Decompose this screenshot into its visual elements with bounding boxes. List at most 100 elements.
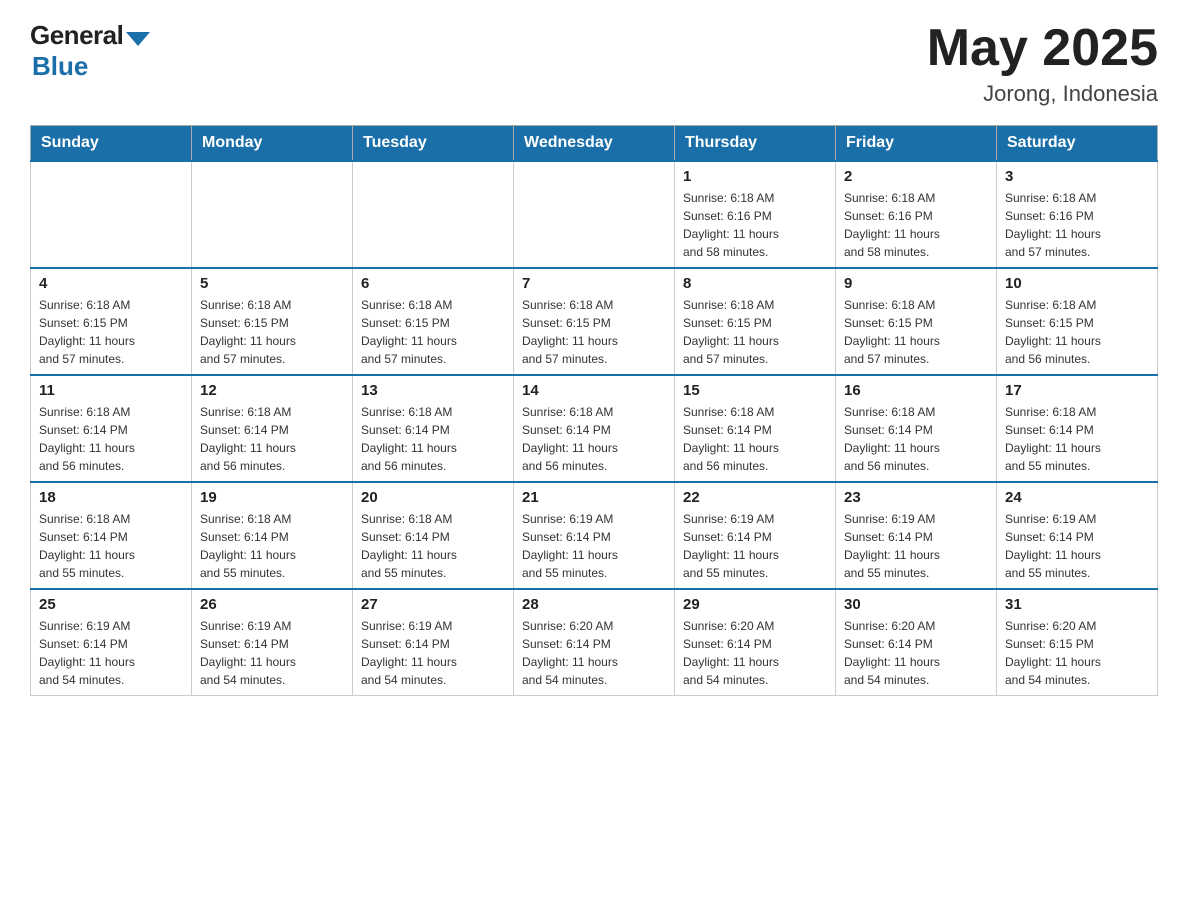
day-info: Sunrise: 6:20 AMSunset: 6:14 PMDaylight:… xyxy=(522,617,666,689)
day-number: 29 xyxy=(683,596,827,613)
title-block: May 2025 Jorong, Indonesia xyxy=(927,20,1158,107)
day-number: 19 xyxy=(200,489,344,506)
day-of-week-header: Monday xyxy=(192,126,353,162)
day-info: Sunrise: 6:19 AMSunset: 6:14 PMDaylight:… xyxy=(522,510,666,582)
day-number: 30 xyxy=(844,596,988,613)
calendar-cell: 21Sunrise: 6:19 AMSunset: 6:14 PMDayligh… xyxy=(514,482,675,589)
day-of-week-header: Saturday xyxy=(997,126,1158,162)
calendar-header-row: SundayMondayTuesdayWednesdayThursdayFrid… xyxy=(31,126,1158,162)
calendar-cell: 27 Sunrise: 6:19 AMSunset: 6:14 PMDayligh… xyxy=(353,589,514,696)
calendar-cell: 2Sunrise: 6:18 AMSunset: 6:16 PMDaylight… xyxy=(836,161,997,268)
calendar-cell: 4 Sunrise: 6:18 AMSunset: 6:15 PMDaylight… xyxy=(31,268,192,375)
day-number: 17 xyxy=(1005,382,1149,399)
day-info: Sunrise: 6:19 AMSunset: 6:14 PMDaylight:… xyxy=(1005,510,1149,582)
day-info: Sunrise: 6:20 AMSunset: 6:15 PMDaylight:… xyxy=(1005,617,1149,689)
calendar-cell: 22 Sunrise: 6:19 AMSunset: 6:14 PMDayligh… xyxy=(675,482,836,589)
calendar-cell: 5 Sunrise: 6:18 AMSunset: 6:15 PMDaylight… xyxy=(192,268,353,375)
day-info: Sunrise: 6:18 AMSunset: 6:15 PMDaylight:… xyxy=(1005,296,1149,368)
calendar-cell: 7Sunrise: 6:18 AMSunset: 6:15 PMDaylight… xyxy=(514,268,675,375)
calendar-cell: 10Sunrise: 6:18 AMSunset: 6:15 PMDayligh… xyxy=(997,268,1158,375)
day-info: Sunrise: 6:19 AMSunset: 6:14 PMDaylight:… xyxy=(361,617,505,689)
calendar-cell: 30 Sunrise: 6:20 AMSunset: 6:14 PMDayligh… xyxy=(836,589,997,696)
calendar-table: SundayMondayTuesdayWednesdayThursdayFrid… xyxy=(30,125,1158,696)
day-of-week-header: Friday xyxy=(836,126,997,162)
calendar-cell: 26 Sunrise: 6:19 AMSunset: 6:14 PMDayligh… xyxy=(192,589,353,696)
logo-general-text: General xyxy=(30,20,123,51)
day-info: Sunrise: 6:18 AMSunset: 6:14 PMDaylight:… xyxy=(361,403,505,475)
day-of-week-header: Tuesday xyxy=(353,126,514,162)
day-number: 5 xyxy=(200,275,344,292)
logo-blue-text: Blue xyxy=(32,51,88,82)
calendar-week-row: 11 Sunrise: 6:18 AMSunset: 6:14 PMDayligh… xyxy=(31,375,1158,482)
calendar-week-row: 1 Sunrise: 6:18 AMSunset: 6:16 PMDaylight… xyxy=(31,161,1158,268)
calendar-cell: 29 Sunrise: 6:20 AMSunset: 6:14 PMDayligh… xyxy=(675,589,836,696)
day-info: Sunrise: 6:19 AMSunset: 6:14 PMDaylight:… xyxy=(844,510,988,582)
day-number: 15 xyxy=(683,382,827,399)
calendar-cell: 28 Sunrise: 6:20 AMSunset: 6:14 PMDayligh… xyxy=(514,589,675,696)
month-year-title: May 2025 xyxy=(927,20,1158,77)
day-info: Sunrise: 6:18 AMSunset: 6:14 PMDaylight:… xyxy=(844,403,988,475)
day-number: 14 xyxy=(522,382,666,399)
day-info: Sunrise: 6:20 AMSunset: 6:14 PMDaylight:… xyxy=(683,617,827,689)
day-number: 26 xyxy=(200,596,344,613)
day-info: Sunrise: 6:18 AMSunset: 6:15 PMDaylight:… xyxy=(522,296,666,368)
day-of-week-header: Sunday xyxy=(31,126,192,162)
day-info: Sunrise: 6:20 AMSunset: 6:14 PMDaylight:… xyxy=(844,617,988,689)
calendar-cell: 1Sunrise: 6:18 AMSunset: 6:16 PMDaylight… xyxy=(675,161,836,268)
day-number: 8 xyxy=(683,275,827,292)
logo-arrow-icon xyxy=(126,32,150,46)
day-of-week-header: Wednesday xyxy=(514,126,675,162)
day-of-week-header: Thursday xyxy=(675,126,836,162)
calendar-cell xyxy=(353,161,514,268)
day-info: Sunrise: 6:18 AMSunset: 6:15 PMDaylight:… xyxy=(39,296,183,368)
day-info: Sunrise: 6:18 AMSunset: 6:15 PMDaylight:… xyxy=(683,296,827,368)
logo: General Blue xyxy=(30,20,150,82)
day-number: 20 xyxy=(361,489,505,506)
calendar-week-row: 18Sunrise: 6:18 AMSunset: 6:14 PMDayligh… xyxy=(31,482,1158,589)
day-number: 6 xyxy=(361,275,505,292)
calendar-cell: 18Sunrise: 6:18 AMSunset: 6:14 PMDayligh… xyxy=(31,482,192,589)
day-info: Sunrise: 6:18 AMSunset: 6:15 PMDaylight:… xyxy=(200,296,344,368)
day-number: 12 xyxy=(200,382,344,399)
calendar-cell: 13 Sunrise: 6:18 AMSunset: 6:14 PMDayligh… xyxy=(353,375,514,482)
day-number: 31 xyxy=(1005,596,1149,613)
page-header: General Blue May 2025 Jorong, Indonesia xyxy=(30,20,1158,107)
calendar-cell xyxy=(31,161,192,268)
calendar-week-row: 4 Sunrise: 6:18 AMSunset: 6:15 PMDaylight… xyxy=(31,268,1158,375)
day-number: 13 xyxy=(361,382,505,399)
day-number: 1 xyxy=(683,168,827,185)
day-number: 25 xyxy=(39,596,183,613)
day-info: Sunrise: 6:18 AMSunset: 6:14 PMDaylight:… xyxy=(39,510,183,582)
day-number: 11 xyxy=(39,382,183,399)
day-number: 27 xyxy=(361,596,505,613)
day-number: 23 xyxy=(844,489,988,506)
calendar-cell: 12 Sunrise: 6:18 AMSunset: 6:14 PMDayligh… xyxy=(192,375,353,482)
calendar-cell: 16Sunrise: 6:18 AMSunset: 6:14 PMDayligh… xyxy=(836,375,997,482)
day-info: Sunrise: 6:18 AMSunset: 6:14 PMDaylight:… xyxy=(683,403,827,475)
calendar-cell: 3 Sunrise: 6:18 AMSunset: 6:16 PMDaylight… xyxy=(997,161,1158,268)
day-number: 9 xyxy=(844,275,988,292)
calendar-cell xyxy=(514,161,675,268)
location-subtitle: Jorong, Indonesia xyxy=(927,81,1158,107)
calendar-cell: 15 Sunrise: 6:18 AMSunset: 6:14 PMDayligh… xyxy=(675,375,836,482)
calendar-cell: 17Sunrise: 6:18 AMSunset: 6:14 PMDayligh… xyxy=(997,375,1158,482)
day-number: 3 xyxy=(1005,168,1149,185)
day-info: Sunrise: 6:18 AMSunset: 6:15 PMDaylight:… xyxy=(844,296,988,368)
calendar-cell: 8 Sunrise: 6:18 AMSunset: 6:15 PMDaylight… xyxy=(675,268,836,375)
calendar-cell: 25 Sunrise: 6:19 AMSunset: 6:14 PMDayligh… xyxy=(31,589,192,696)
day-info: Sunrise: 6:19 AMSunset: 6:14 PMDaylight:… xyxy=(39,617,183,689)
day-number: 22 xyxy=(683,489,827,506)
day-number: 28 xyxy=(522,596,666,613)
day-info: Sunrise: 6:18 AMSunset: 6:14 PMDaylight:… xyxy=(200,403,344,475)
calendar-week-row: 25 Sunrise: 6:19 AMSunset: 6:14 PMDayligh… xyxy=(31,589,1158,696)
day-info: Sunrise: 6:18 AMSunset: 6:14 PMDaylight:… xyxy=(39,403,183,475)
calendar-cell xyxy=(192,161,353,268)
day-info: Sunrise: 6:18 AMSunset: 6:14 PMDaylight:… xyxy=(200,510,344,582)
calendar-cell: 19 Sunrise: 6:18 AMSunset: 6:14 PMDayligh… xyxy=(192,482,353,589)
day-info: Sunrise: 6:18 AMSunset: 6:15 PMDaylight:… xyxy=(361,296,505,368)
calendar-cell: 20Sunrise: 6:18 AMSunset: 6:14 PMDayligh… xyxy=(353,482,514,589)
day-info: Sunrise: 6:19 AMSunset: 6:14 PMDaylight:… xyxy=(200,617,344,689)
day-number: 4 xyxy=(39,275,183,292)
day-info: Sunrise: 6:19 AMSunset: 6:14 PMDaylight:… xyxy=(683,510,827,582)
day-info: Sunrise: 6:18 AMSunset: 6:16 PMDaylight:… xyxy=(1005,189,1149,261)
